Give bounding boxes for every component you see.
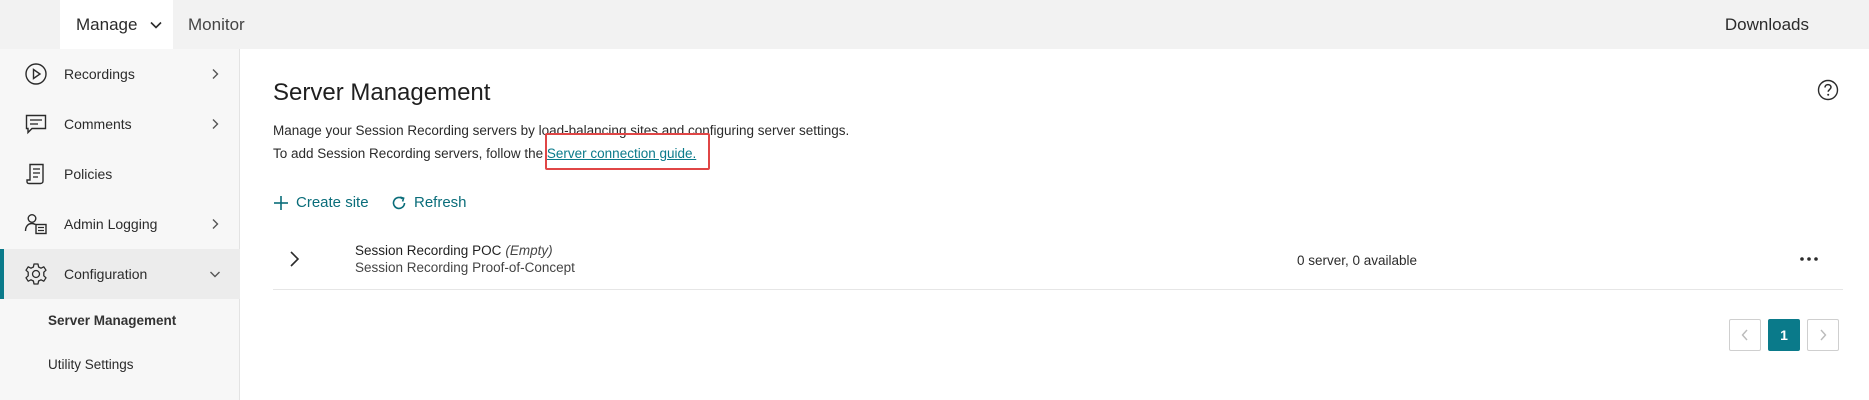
sidebar-item-recordings[interactable]: Recordings bbox=[0, 49, 240, 99]
description-line-2-prefix: To add Session Recording servers, follow… bbox=[273, 146, 544, 161]
play-circle-icon bbox=[22, 60, 50, 88]
refresh-button[interactable]: Refresh bbox=[391, 194, 467, 211]
pagination-next-button[interactable] bbox=[1807, 319, 1839, 351]
sidebar-item-label: Policies bbox=[64, 166, 113, 182]
sidebar-subitem-utility-settings[interactable]: Utility Settings bbox=[0, 343, 240, 385]
sidebar-subitem-server-management[interactable]: Server Management bbox=[0, 299, 240, 341]
top-bar: Manage Monitor Downloads bbox=[0, 0, 1869, 49]
downloads-label: Downloads bbox=[1724, 14, 1809, 34]
sidebar-item-configuration[interactable]: Configuration bbox=[0, 249, 240, 299]
sidebar-subitem-label: Server Management bbox=[48, 312, 177, 328]
expand-chevron-icon[interactable] bbox=[283, 247, 307, 271]
sidebar-item-policies[interactable]: Policies bbox=[0, 149, 240, 199]
more-options-icon[interactable] bbox=[1795, 247, 1823, 271]
chevron-down-icon bbox=[208, 267, 222, 281]
main-content: Server Management Manage your Session Re… bbox=[241, 49, 1869, 400]
create-site-label: Create site bbox=[296, 194, 369, 211]
create-site-button[interactable]: Create site bbox=[273, 194, 369, 211]
tab-manage[interactable]: Manage bbox=[60, 0, 173, 49]
user-log-icon bbox=[22, 210, 50, 238]
tab-monitor[interactable]: Monitor bbox=[188, 0, 245, 49]
sidebar-item-label: Comments bbox=[64, 116, 132, 132]
sidebar-item-label: Admin Logging bbox=[64, 216, 158, 232]
sidebar: Recordings Comments Policies Admin Loggi… bbox=[0, 49, 240, 400]
table-row[interactable]: Session Recording POC (Empty) Session Rec… bbox=[273, 232, 1843, 290]
pagination-prev-button[interactable] bbox=[1729, 319, 1761, 351]
site-name-text: Session Recording POC bbox=[355, 243, 502, 258]
sidebar-item-admin-logging[interactable]: Admin Logging bbox=[0, 199, 240, 249]
server-connection-guide-link[interactable]: Server connection guide. bbox=[547, 146, 696, 161]
chevron-right-icon bbox=[1820, 329, 1827, 341]
site-description: Session Recording Proof-of-Concept bbox=[355, 260, 575, 275]
sidebar-item-label: Configuration bbox=[64, 266, 148, 282]
site-name: Session Recording POC (Empty) bbox=[355, 243, 553, 258]
description-line-2: To add Session Recording servers, follow… bbox=[273, 146, 696, 161]
plus-icon bbox=[274, 195, 288, 210]
chevron-right-icon bbox=[208, 67, 222, 81]
help-icon[interactable] bbox=[1817, 79, 1839, 101]
downloads-link[interactable]: Downloads bbox=[1725, 0, 1809, 49]
chevron-right-icon bbox=[208, 117, 222, 131]
site-status: (Empty) bbox=[505, 243, 553, 258]
chevron-right-icon bbox=[208, 217, 222, 231]
refresh-icon bbox=[392, 195, 406, 209]
document-icon bbox=[22, 160, 50, 188]
tab-monitor-label: Monitor bbox=[188, 14, 245, 34]
comment-icon bbox=[22, 110, 50, 138]
gear-icon bbox=[22, 260, 50, 288]
chevron-down-icon bbox=[150, 21, 163, 29]
server-count: 0 server, 0 available bbox=[1297, 253, 1418, 268]
refresh-label: Refresh bbox=[414, 194, 467, 211]
description-line-1: Manage your Session Recording servers by… bbox=[273, 123, 850, 138]
pagination-current-page[interactable]: 1 bbox=[1768, 319, 1800, 351]
tab-manage-label: Manage bbox=[76, 14, 138, 34]
sidebar-item-comments[interactable]: Comments bbox=[0, 99, 240, 149]
chevron-left-icon bbox=[1741, 329, 1748, 341]
page-title: Server Management bbox=[273, 79, 491, 106]
sidebar-subitem-label: Utility Settings bbox=[48, 356, 134, 372]
sidebar-item-label: Recordings bbox=[64, 66, 135, 82]
